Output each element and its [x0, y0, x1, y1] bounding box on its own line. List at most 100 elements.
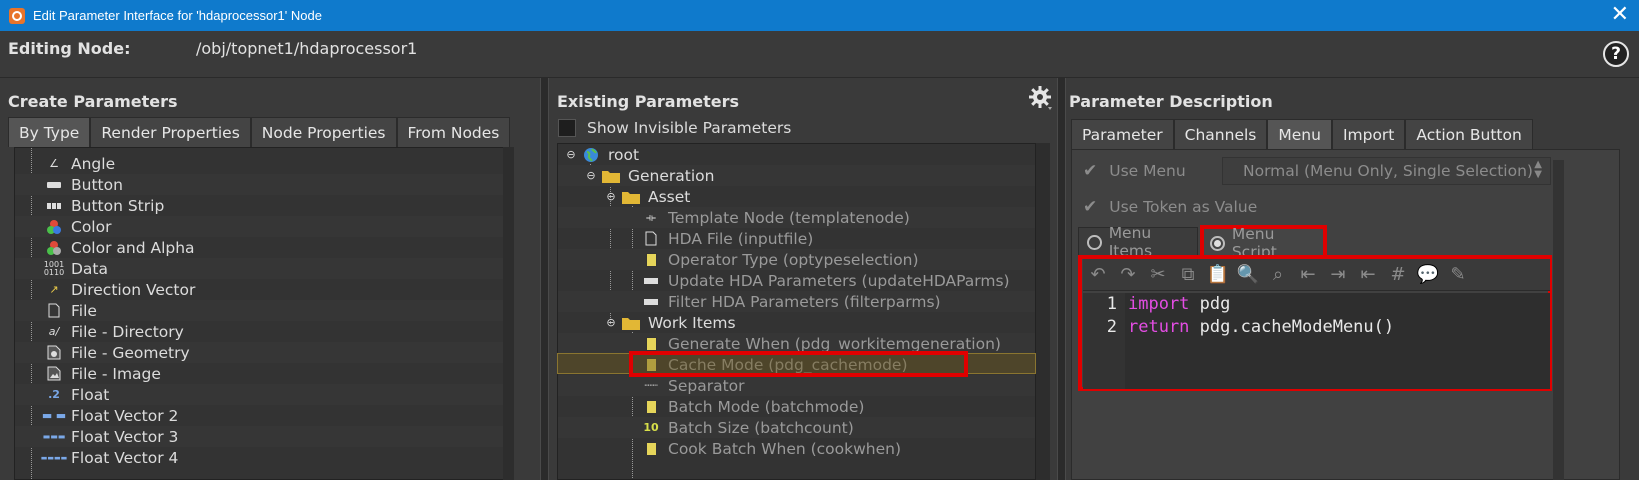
unindent-icon[interactable]: ⇤ — [1353, 260, 1383, 290]
panel-splitter-right[interactable] — [1057, 78, 1066, 480]
tree-item-root[interactable]: ⊖ root — [558, 144, 1035, 165]
goto-line-icon[interactable]: ⇤ — [1293, 260, 1323, 290]
tab-parameter[interactable]: Parameter — [1071, 119, 1174, 149]
list-item[interactable]: .2 Float — [15, 384, 505, 405]
edit-icon[interactable]: ✎ — [1443, 260, 1473, 290]
cache-mode-annotation-box — [629, 351, 968, 377]
list-item[interactable]: ▬▬▬ Float Vector 3 — [15, 426, 505, 447]
description-scrollbar[interactable] — [1553, 160, 1564, 480]
line-number-gutter: 1 2 — [1083, 293, 1125, 389]
menu-script-editor[interactable]: import pdg return pdg.cacheModeMenu() — [1125, 293, 1550, 389]
find-icon[interactable]: 🔍 — [1233, 260, 1263, 290]
globe-icon — [582, 147, 600, 163]
line-number: 1 — [1106, 294, 1117, 314]
button-icon — [642, 273, 660, 289]
use-menu-row[interactable]: ✔ Use Menu — [1083, 161, 1186, 181]
color-alpha-icon — [45, 240, 63, 256]
float-vector4-icon: ▬▬▬▬ — [40, 453, 68, 462]
select-arrows-icon: ▲ ▼ — [1534, 159, 1542, 180]
menu-param-icon — [642, 399, 660, 415]
list-item[interactable]: 1001 0110 Data — [15, 258, 505, 279]
existing-tree-scrollbar[interactable] — [1036, 143, 1050, 480]
close-icon[interactable]: ✕ — [1611, 3, 1629, 27]
tree-item[interactable]: Batch Mode (batchmode) — [558, 396, 1035, 417]
copy-icon[interactable]: ⧉ — [1173, 260, 1203, 290]
panel-splitter-left[interactable] — [540, 78, 549, 480]
float-vector2-icon: ▬ ▬ — [41, 409, 67, 422]
tab-render-properties[interactable]: Render Properties — [90, 117, 251, 147]
menu-script-radio[interactable]: Menu Script — [1200, 225, 1327, 261]
list-item[interactable]: Color and Alpha — [15, 237, 505, 258]
undo-icon[interactable]: ↶ — [1083, 260, 1113, 290]
list-item[interactable]: ▬▬▬▬ Float Vector 4 — [15, 447, 505, 468]
folder-icon — [622, 315, 640, 331]
list-item[interactable]: ↗ Direction Vector — [15, 279, 505, 300]
help-icon[interactable]: ? — [1603, 41, 1629, 67]
paste-icon[interactable]: 📋 — [1203, 260, 1233, 290]
list-item[interactable]: ▬ ▬ Float Vector 2 — [15, 405, 505, 426]
button-icon — [45, 177, 63, 193]
tree-item[interactable]: Operator Type (optypeselection) — [558, 249, 1035, 270]
button-icon — [642, 294, 660, 310]
create-list-scrollbar[interactable] — [503, 147, 514, 480]
menu-items-radio[interactable]: Menu Items — [1078, 224, 1198, 260]
gear-icon[interactable] — [1028, 85, 1054, 111]
houdini-app-icon — [9, 7, 25, 24]
tab-action-button[interactable]: Action Button — [1405, 119, 1533, 149]
tree-item[interactable]: HDA File (inputfile) — [558, 228, 1035, 249]
code-line: return pdg.cacheModeMenu() — [1128, 317, 1395, 337]
list-item[interactable]: Color — [15, 216, 505, 237]
window-title: Edit Parameter Interface for 'hdaprocess… — [33, 8, 322, 23]
line-number: 2 — [1106, 317, 1117, 337]
file-image-icon — [45, 366, 63, 382]
use-token-row[interactable]: ✔ Use Token as Value — [1083, 197, 1257, 217]
indent-icon[interactable]: ⇥ — [1323, 260, 1353, 290]
tree-item[interactable]: ┈┈ Separator — [558, 375, 1035, 396]
angle-icon: ∠ — [49, 157, 59, 170]
tab-by-type[interactable]: By Type — [8, 117, 91, 147]
tree-item[interactable]: Filter HDA Parameters (filterparms) — [558, 291, 1035, 312]
tree-item-work-items[interactable]: ⊖ Work Items — [558, 312, 1035, 333]
color-icon — [45, 219, 63, 235]
float-vector3-icon: ▬▬▬ — [42, 432, 66, 441]
separator-icon: ┈┈ — [644, 379, 658, 392]
tree-item[interactable]: Update HDA Parameters (updateHDAParms) — [558, 270, 1035, 291]
tab-node-properties[interactable]: Node Properties — [250, 117, 397, 147]
check-icon: ✔ — [1083, 197, 1098, 217]
replace-icon[interactable]: ⌕ — [1263, 260, 1293, 290]
list-item[interactable]: File - Image — [15, 363, 505, 384]
tab-from-nodes[interactable]: From Nodes — [396, 117, 511, 147]
list-item[interactable]: a/File - Directory — [15, 321, 505, 342]
code-line: import pdg — [1128, 294, 1231, 314]
list-item[interactable]: ∠ Angle — [15, 153, 505, 174]
radio-off-icon — [1087, 234, 1102, 250]
parameter-type-list: ∠ Angle Button Button Strip Color Color a… — [14, 147, 514, 480]
tree-item[interactable]: ⟛ Template Node (templatenode) — [558, 207, 1035, 228]
tab-channels[interactable]: Channels — [1173, 119, 1268, 149]
uncomment-icon[interactable]: 💬 — [1413, 260, 1443, 290]
tab-import[interactable]: Import — [1331, 119, 1406, 149]
tree-item-generation[interactable]: ⊖ Generation — [558, 165, 1035, 186]
cut-icon[interactable]: ✂ — [1143, 260, 1173, 290]
window-titlebar: Edit Parameter Interface for 'hdaprocess… — [0, 0, 1639, 31]
integer-icon: 10 — [643, 421, 659, 434]
show-invisible-label: Show Invisible Parameters — [587, 119, 792, 137]
file-icon — [45, 303, 63, 319]
tree-item-asset[interactable]: ⊖ Asset — [558, 186, 1035, 207]
show-invisible-checkbox[interactable] — [558, 119, 576, 137]
list-item[interactable]: Button Strip — [15, 195, 505, 216]
tree-item[interactable]: Cook Batch When (cookwhen) — [558, 438, 1035, 459]
list-item[interactable]: File - Geometry — [15, 342, 505, 363]
list-item[interactable]: Button — [15, 174, 505, 195]
direction-vector-icon: ↗ — [49, 283, 59, 296]
redo-icon[interactable]: ↷ — [1113, 260, 1143, 290]
float-icon: .2 — [48, 388, 60, 401]
tree-item[interactable]: 10 Batch Size (batchcount) — [558, 417, 1035, 438]
tab-menu[interactable]: Menu — [1267, 119, 1332, 149]
folder-icon — [622, 189, 640, 205]
menu-mode-select[interactable]: Normal (Menu Only, Single Selection) ▲ ▼ — [1222, 157, 1551, 185]
folder-icon — [602, 168, 620, 184]
comment-icon[interactable]: # — [1383, 260, 1413, 290]
list-item[interactable]: File — [15, 300, 505, 321]
button-strip-icon — [45, 198, 63, 214]
